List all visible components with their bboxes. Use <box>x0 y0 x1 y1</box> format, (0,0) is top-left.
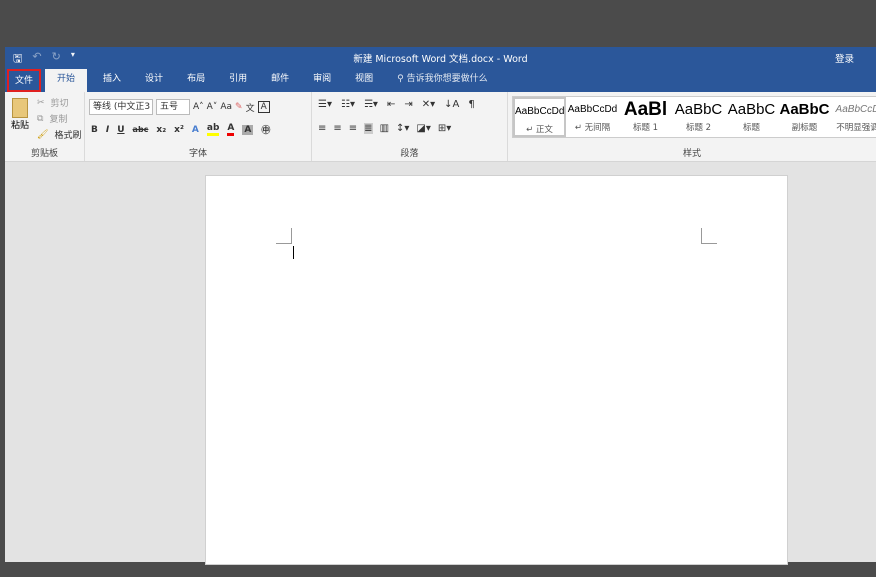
tab-view[interactable]: 视图 <box>343 69 385 92</box>
tab-home[interactable]: 开始 <box>45 69 87 92</box>
show-marks-icon[interactable]: ¶ <box>468 99 474 110</box>
tell-me-search[interactable]: ⚲ 告诉我你想要做什么 <box>385 69 499 92</box>
change-case-button[interactable]: Aa <box>220 102 232 112</box>
clipboard-group: 粘贴 ✂ 剪切 ⧉ 复制 🖌 格式刷 剪贴板 <box>5 92 85 161</box>
word-window: 🖫 ↶ ↻ ▾ 新建 Microsoft Word 文档.docx - Word… <box>5 47 876 562</box>
tab-layout[interactable]: 布局 <box>175 69 217 92</box>
style-preview: AaBbCcD <box>831 97 876 121</box>
clear-format-icon[interactable]: ✎ <box>235 102 243 112</box>
title-bar: 🖫 ↶ ↻ ▾ 新建 Microsoft Word 文档.docx - Word… <box>5 47 876 69</box>
clipboard-group-label: 剪贴板 <box>5 146 84 159</box>
tab-file[interactable]: 文件 <box>7 69 41 92</box>
distributed-icon[interactable]: ▥ <box>380 123 389 134</box>
font-name-select[interactable]: 等线 (中文正3 <box>89 99 153 115</box>
style-preview: AaBbC <box>778 97 831 121</box>
style-no-spacing[interactable]: AaBbCcDd↵ 无间隔 <box>566 97 619 137</box>
paste-label: 粘贴 <box>9 118 31 131</box>
style-heading-1[interactable]: AaBl标题 1 <box>619 97 672 137</box>
subscript-button[interactable]: x₂ <box>156 125 166 135</box>
document-page[interactable] <box>205 175 788 565</box>
shrink-font-icon[interactable]: A˅ <box>207 102 218 112</box>
brush-icon: 🖌 <box>37 130 48 140</box>
justify-icon[interactable]: ≣ <box>364 123 372 134</box>
underline-button[interactable]: U <box>117 125 124 135</box>
font-group-label: 字体 <box>85 146 311 159</box>
superscript-button[interactable]: x² <box>174 125 184 135</box>
format-painter-button[interactable]: 🖌 格式刷 <box>37 128 81 141</box>
text-effects-button[interactable]: A <box>192 125 199 135</box>
style-title[interactable]: AaBbC标题 <box>725 97 778 137</box>
format-painter-label: 格式刷 <box>54 128 81 141</box>
character-border-icon[interactable]: A <box>258 101 270 113</box>
style-normal[interactable]: AaBbCcDd↵ 正文 <box>513 97 566 137</box>
tab-review[interactable]: 审阅 <box>301 69 343 92</box>
text-cursor <box>293 246 294 259</box>
line-spacing-icon[interactable]: ↕▾ <box>396 123 409 134</box>
tab-design[interactable]: 设计 <box>133 69 175 92</box>
search-placeholder: 告诉我你想要做什么 <box>407 74 488 84</box>
style-subtitle[interactable]: AaBbC副标题 <box>778 97 831 137</box>
cut-button[interactable]: ✂ 剪切 <box>37 96 69 109</box>
sort-icon[interactable]: ↓A <box>444 99 459 110</box>
scissors-icon: ✂ <box>37 98 45 108</box>
style-preview: AaBbC <box>672 97 725 121</box>
strikethrough-button[interactable]: abc <box>133 125 149 134</box>
phonetic-guide-icon[interactable]: 文 <box>246 101 255 114</box>
align-right-icon[interactable]: ≡ <box>349 123 357 134</box>
ribbon: 粘贴 ✂ 剪切 ⧉ 复制 🖌 格式刷 剪贴板 等线 (中文正3 五号 A˄A˅ Aa … <box>5 92 876 162</box>
bullets-icon[interactable]: ☰▾ <box>318 99 332 110</box>
increase-indent-icon[interactable]: ⇥ <box>404 99 412 110</box>
multilevel-list-icon[interactable]: ☴▾ <box>364 99 378 110</box>
borders-icon[interactable]: ⊞▾ <box>438 123 451 134</box>
highlight-button[interactable]: ab <box>207 123 220 136</box>
styles-gallery: AaBbCcDd↵ 正文 AaBbCcDd↵ 无间隔 AaBl标题 1 AaBb… <box>512 96 876 138</box>
numbering-icon[interactable]: ☷▾ <box>341 99 355 110</box>
align-left-icon[interactable]: ≡ <box>318 123 326 134</box>
style-preview: AaBbC <box>725 97 778 121</box>
asian-layout-icon[interactable]: ✕▾ <box>422 99 435 110</box>
grow-font-icon[interactable]: A˄ <box>193 102 204 112</box>
style-subtle-emphasis[interactable]: AaBbCcD不明显强调 <box>831 97 876 137</box>
paragraph-group-label: 段落 <box>312 146 507 159</box>
tab-references[interactable]: 引用 <box>217 69 259 92</box>
style-name: ↵ 无间隔 <box>566 121 619 133</box>
bold-button[interactable]: B <box>91 125 98 135</box>
style-preview: AaBl <box>619 97 672 121</box>
decrease-indent-icon[interactable]: ⇤ <box>387 99 395 110</box>
tab-mailings[interactable]: 邮件 <box>259 69 301 92</box>
copy-button[interactable]: ⧉ 复制 <box>37 112 67 125</box>
style-heading-2[interactable]: AaBbC标题 2 <box>672 97 725 137</box>
login-button[interactable]: 登录 <box>835 51 854 65</box>
styles-group: AaBbCcDd↵ 正文 AaBbCcDd↵ 无间隔 AaBl标题 1 AaBb… <box>508 92 876 161</box>
font-size-select[interactable]: 五号 <box>156 99 190 115</box>
ribbon-tabs: 文件 开始 插入 设计 布局 引用 邮件 审阅 视图 ⚲ 告诉我你想要做什么 <box>5 69 876 92</box>
shading-icon[interactable]: ◪▾ <box>416 123 430 134</box>
style-name: 标题 <box>725 121 778 133</box>
copy-label: 复制 <box>49 112 67 125</box>
tab-insert[interactable]: 插入 <box>91 69 133 92</box>
italic-button[interactable]: I <box>106 125 109 135</box>
style-preview: AaBbCcDd <box>515 99 564 123</box>
enclose-character-icon[interactable]: ㊥ <box>261 123 270 136</box>
window-title: 新建 Microsoft Word 文档.docx - Word <box>5 51 876 65</box>
margin-corner-top-left <box>276 228 292 244</box>
align-center-icon[interactable]: ≡ <box>333 123 341 134</box>
paragraph-group: ☰▾ ☷▾ ☴▾ ⇤ ⇥ ✕▾ ↓A ¶ ≡ ≡ ≡ ≣ ▥ ↕▾ ◪▾ ⊞▾ 段落 <box>312 92 508 161</box>
font-color-button[interactable]: A <box>227 123 234 136</box>
style-name: 标题 1 <box>619 121 672 133</box>
font-group: 等线 (中文正3 五号 A˄A˅ Aa ✎ 文 A B I U abc x₂ x… <box>85 92 312 161</box>
paste-button[interactable]: 粘贴 <box>9 98 31 131</box>
style-name: 不明显强调 <box>831 121 876 133</box>
styles-group-label: 样式 <box>508 146 876 159</box>
search-icon: ⚲ <box>397 74 406 84</box>
margin-corner-top-right <box>701 228 717 244</box>
style-name: 副标题 <box>778 121 831 133</box>
clipboard-icon <box>12 98 28 118</box>
character-shading-button[interactable]: A <box>242 125 253 135</box>
copy-icon: ⧉ <box>37 114 43 124</box>
style-name: ↵ 正文 <box>515 123 564 135</box>
style-preview: AaBbCcDd <box>566 97 619 121</box>
cut-label: 剪切 <box>51 96 69 109</box>
style-name: 标题 2 <box>672 121 725 133</box>
